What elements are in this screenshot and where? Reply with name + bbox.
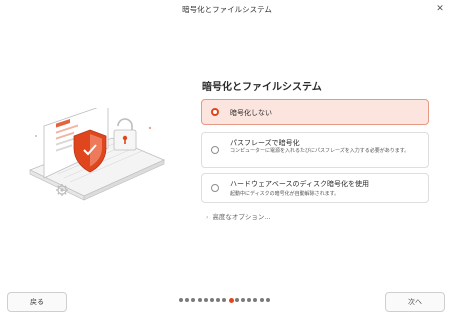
- laptop-shield-lock-illustration: [28, 108, 165, 201]
- progress-dot: [247, 298, 252, 302]
- progress-dot: [179, 298, 183, 302]
- advanced-options-label: 高度なオプション...: [212, 213, 271, 221]
- option-passphrase-encryption[interactable]: パスフレーズで暗号化 コンピューターに電源を入れるたびにパスフレーズを入力する必…: [201, 132, 429, 168]
- title-bar: 暗号化とファイルシステム ✕: [0, 0, 454, 18]
- padlock-icon: [113, 118, 137, 151]
- progress-dot: [241, 298, 245, 302]
- window-title: 暗号化とファイルシステム: [182, 5, 272, 14]
- progress-dot: [259, 298, 264, 302]
- page-title: 暗号化とファイルシステム: [202, 82, 322, 93]
- back-button[interactable]: 戻る: [7, 292, 67, 312]
- progress-dot: [197, 298, 202, 302]
- progress-dot: [265, 298, 270, 302]
- progress-dot-active: [228, 297, 234, 303]
- progress-dot: [191, 298, 196, 302]
- progress-dot: [185, 298, 190, 302]
- radio-hardware-encryption[interactable]: [211, 184, 219, 192]
- option-label: 暗号化しない: [230, 109, 272, 117]
- chevron-right-icon: ›: [206, 214, 209, 221]
- option-no-encryption[interactable]: 暗号化しない: [201, 99, 429, 125]
- progress-dot: [203, 298, 208, 302]
- gear-icon: [56, 184, 68, 196]
- option-description: コンピューターに電源を入れるたびにパスフレーズを入力する必要があります。: [230, 148, 410, 154]
- radio-no-encryption[interactable]: [211, 108, 219, 116]
- option-label: ハードウェアベースのディスク暗号化を使用: [230, 180, 370, 188]
- close-icon: ✕: [436, 4, 444, 14]
- progress-dot: [222, 298, 227, 302]
- option-hardware-encryption[interactable]: ハードウェアベースのディスク暗号化を使用 起動中にディスクの暗号化が自動解除され…: [201, 173, 429, 203]
- progress-dot: [234, 298, 239, 302]
- progress-dot: [253, 298, 258, 302]
- option-label: パスフレーズで暗号化: [230, 139, 300, 147]
- progress-dot: [216, 298, 221, 302]
- advanced-options-link[interactable]: › 高度なオプション...: [206, 211, 271, 221]
- option-description: 起動中にディスクの暗号化が自動解除されます。: [230, 191, 340, 197]
- close-button[interactable]: ✕: [434, 3, 446, 15]
- radio-passphrase-encryption[interactable]: [211, 146, 219, 154]
- progress-dot: [210, 298, 214, 302]
- next-button[interactable]: 次へ: [385, 292, 445, 312]
